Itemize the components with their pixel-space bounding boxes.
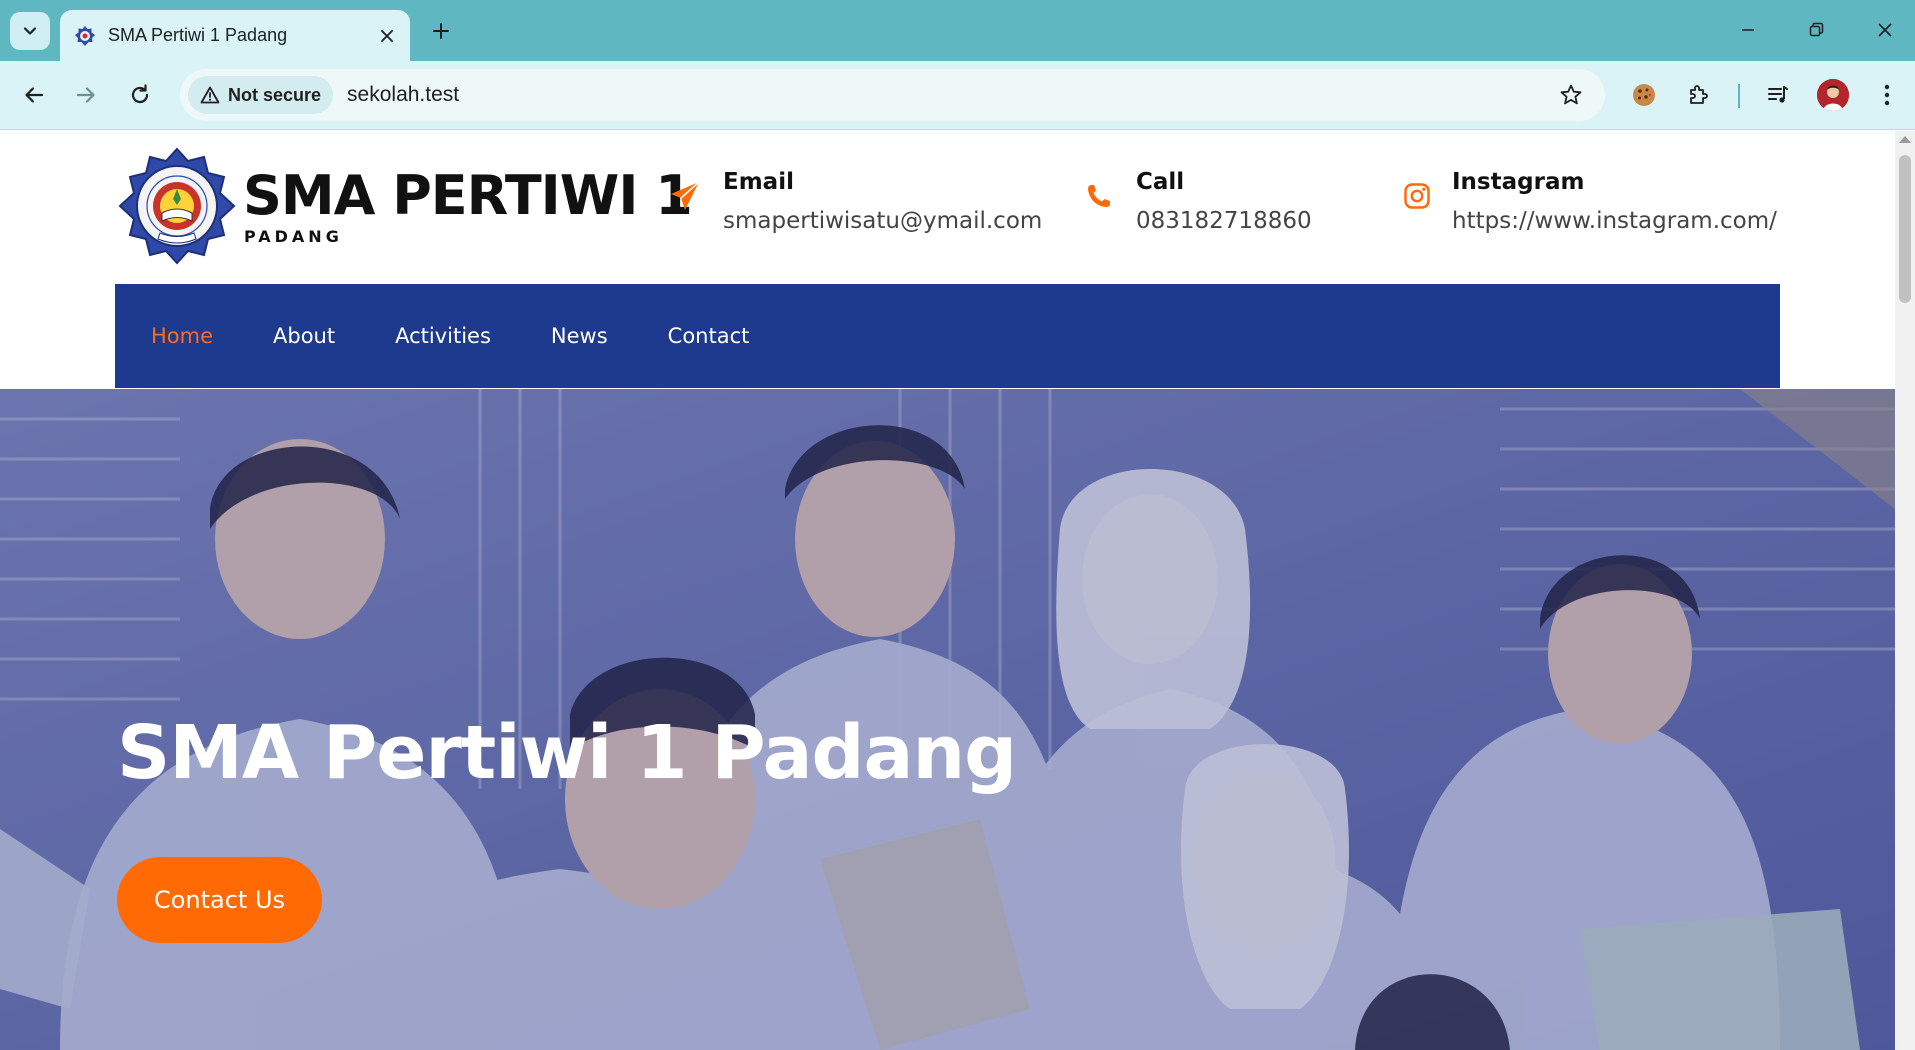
contact-us-button[interactable]: Contact Us (117, 857, 322, 943)
bookmark-button[interactable] (1551, 75, 1591, 115)
minimize-button[interactable] (1724, 10, 1772, 50)
arrow-right-icon (76, 87, 95, 103)
security-indicator[interactable]: Not secure (188, 76, 334, 114)
arrow-left-icon (25, 87, 44, 103)
paper-plane-icon (668, 179, 702, 213)
nav-about[interactable]: About (273, 324, 335, 348)
scrollbar-thumb[interactable] (1899, 155, 1911, 303)
main-navbar: Home About Activities News Contact (115, 284, 1780, 388)
url-text[interactable]: sekolah.test (347, 83, 1551, 107)
star-icon (1560, 84, 1582, 105)
browser-tab[interactable]: SMA Pertiwi 1 Padang (60, 10, 410, 61)
plus-icon (433, 23, 449, 39)
restore-icon (1809, 22, 1824, 37)
extensions-button[interactable] (1679, 75, 1719, 115)
restore-button[interactable] (1792, 10, 1840, 50)
call-contact: Call 083182718860 (1136, 171, 1312, 233)
browser-tab-strip: SMA Pertiwi 1 Padang (0, 0, 1915, 61)
school-emblem-logo[interactable] (118, 147, 236, 265)
instagram-icon (1400, 179, 1434, 213)
scroll-up-arrow-icon[interactable] (1899, 136, 1911, 143)
close-window-button[interactable] (1861, 10, 1909, 50)
puzzle-icon (1690, 85, 1708, 104)
email-contact: Email smapertiwisatu@ymail.com (723, 171, 1042, 233)
phone-icon (1082, 179, 1116, 213)
page-scrollbar[interactable] (1895, 131, 1915, 1050)
school-favicon-icon (75, 25, 95, 46)
reload-button[interactable] (120, 75, 160, 115)
page-viewport: SMA PERTIWI 1 PADANG Email smapertiwisat… (0, 131, 1895, 1050)
toolbar-divider (1738, 84, 1740, 108)
profile-button[interactable] (1813, 75, 1853, 115)
hero-title: SMA Pertiwi 1 Padang (117, 710, 1017, 796)
instagram-label: Instagram (1452, 169, 1585, 195)
call-label: Call (1136, 169, 1185, 195)
chevron-down-icon (23, 27, 37, 35)
close-tab-icon[interactable] (372, 21, 402, 51)
more-vertical-icon (1884, 84, 1890, 106)
nav-home[interactable]: Home (151, 324, 213, 348)
address-bar[interactable]: Not secure sekolah.test (180, 69, 1605, 121)
email-label: Email (723, 169, 794, 195)
reload-icon (131, 84, 149, 104)
avatar (1817, 79, 1849, 111)
browser-toolbar: Not secure sekolah.test (0, 61, 1915, 130)
logo-title[interactable]: SMA PERTIWI 1 (243, 169, 693, 223)
new-tab-button[interactable] (423, 13, 459, 49)
email-value[interactable]: smapertiwisatu@ymail.com (723, 210, 1042, 233)
cookie-extension-button[interactable] (1624, 75, 1664, 115)
instagram-value[interactable]: https://www.instagram.com/ (1452, 210, 1777, 233)
nav-contact[interactable]: Contact (668, 324, 750, 348)
nav-activities[interactable]: Activities (395, 324, 491, 348)
playlist-icon (1768, 86, 1788, 103)
tab-search-button[interactable] (10, 12, 50, 50)
security-label: Not secure (228, 84, 322, 105)
browser-menu-button[interactable] (1867, 75, 1907, 115)
minimize-icon (1742, 29, 1754, 31)
tab-title: SMA Pertiwi 1 Padang (108, 25, 288, 45)
forward-button[interactable] (66, 75, 106, 115)
back-button[interactable] (14, 75, 54, 115)
warning-icon (200, 86, 220, 104)
media-controls-button[interactable] (1758, 75, 1798, 115)
nav-news[interactable]: News (551, 324, 608, 348)
call-value[interactable]: 083182718860 (1136, 210, 1312, 233)
cookie-icon (1633, 84, 1655, 106)
hero-section: SMA Pertiwi 1 Padang Contact Us (0, 389, 1895, 1050)
logo-subtitle: PADANG (244, 227, 343, 246)
instagram-contact: Instagram https://www.instagram.com/ (1452, 171, 1777, 233)
close-icon (1878, 23, 1892, 37)
